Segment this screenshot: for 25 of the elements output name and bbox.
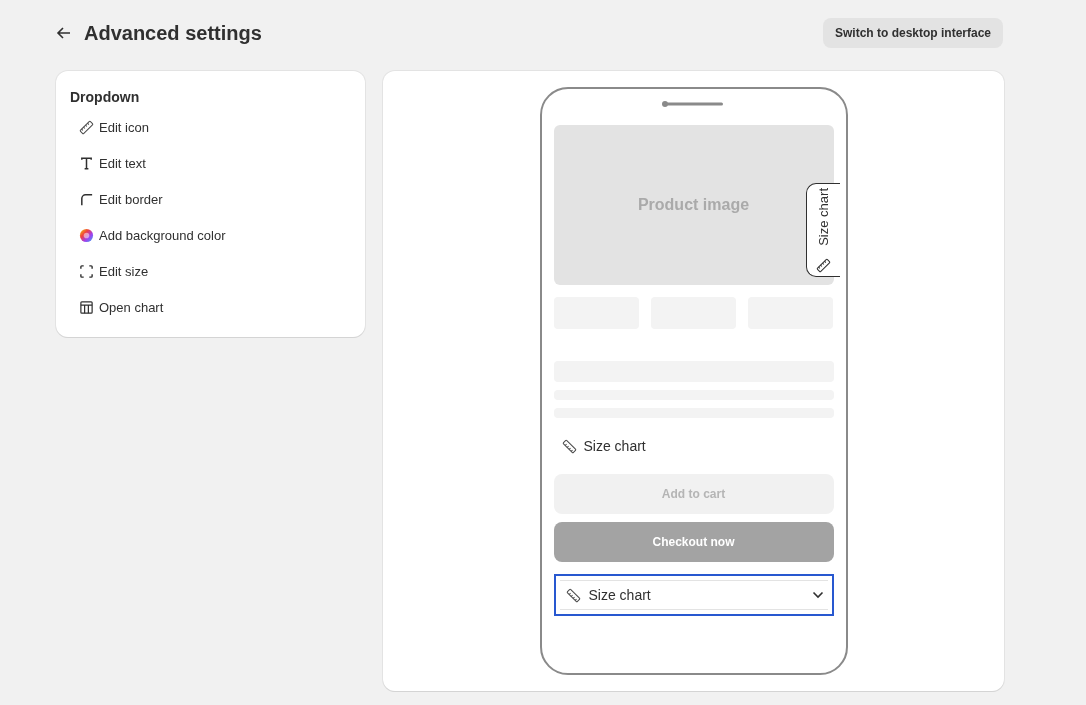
text-icon	[79, 155, 94, 171]
menu-item[interactable]: Edit text	[70, 145, 351, 181]
switch-interface-button[interactable]: Switch to desktop interface	[822, 18, 1003, 48]
page-title: Advanced settings	[84, 21, 262, 45]
speaker-icon	[661, 101, 724, 107]
menu-item[interactable]: Edit icon	[70, 109, 351, 145]
resize-icon	[79, 263, 94, 279]
size-chart-dropdown[interactable]: Size chart	[553, 574, 834, 616]
color-wheel-icon	[79, 227, 94, 243]
menu-item[interactable]: Open chart	[70, 289, 351, 325]
ruler-icon	[815, 258, 831, 273]
ruler-icon	[561, 438, 577, 454]
product-image-label: Product image	[637, 196, 750, 214]
menu-item[interactable]: Edit border	[70, 181, 351, 217]
chevron-down-icon	[811, 591, 824, 599]
side-tab[interactable]: Size chart	[805, 183, 840, 277]
section-title: Dropdown	[70, 89, 141, 105]
ruler-icon	[79, 119, 94, 135]
menu-item[interactable]: Add background color	[70, 217, 351, 253]
menu-item[interactable]: Edit size	[70, 253, 351, 289]
table-icon	[79, 299, 94, 315]
back-arrow-icon[interactable]	[56, 25, 72, 41]
corner-icon	[79, 191, 94, 207]
size-chart-link[interactable]: Size chart	[561, 436, 834, 456]
ruler-icon	[565, 587, 581, 603]
